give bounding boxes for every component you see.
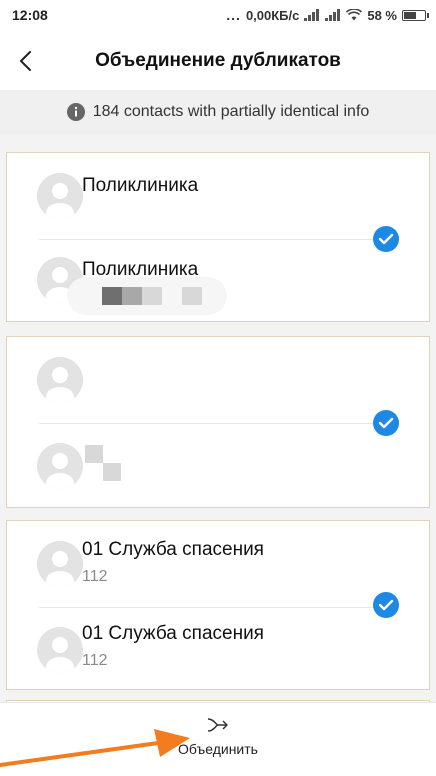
notification-dots: ... [226, 7, 241, 23]
contact-name: Поликлиника [82, 175, 199, 196]
merge-button[interactable]: Объединить [160, 715, 276, 767]
duplicate-group[interactable]: Поликлиника Поликлиника [6, 152, 430, 322]
network-speed: 0,00КБ/с [245, 7, 300, 23]
merge-label: Объединить [178, 741, 258, 757]
redacted-pixel [122, 287, 142, 305]
contact-row [7, 337, 429, 421]
avatar [37, 357, 83, 403]
redacted-pixel [85, 445, 103, 463]
bottom-action-bar: Объединить [0, 702, 436, 776]
status-indicators: ... 0,00КБ/с 58 % [226, 7, 429, 23]
info-icon [66, 103, 85, 121]
merge-arrows-icon [207, 718, 228, 732]
redacted-pixel [182, 287, 202, 305]
duplicates-list[interactable]: Поликлиника Поликлиника 01 Служба спасен… [0, 134, 436, 702]
redacted-pixel [102, 287, 122, 305]
signal-icon [304, 9, 320, 21]
redacted-pixel [142, 287, 162, 305]
contact-row: 01 Служба спасения 112 [7, 521, 429, 605]
avatar [37, 173, 83, 219]
battery-icon [402, 9, 429, 21]
contact-row [7, 423, 429, 507]
contact-row: 01 Служба спасения 112 [7, 607, 429, 691]
status-time: 12:08 [12, 7, 48, 23]
contact-name: 01 Служба спасения [82, 623, 264, 644]
info-text: 184 contacts with partially identical in… [92, 103, 370, 120]
contact-phone: 112 [82, 652, 108, 669]
redacted-pixel [103, 463, 121, 481]
avatar [37, 541, 83, 587]
contact-phone: 112 [82, 568, 108, 585]
contact-row: Поликлиника [7, 237, 429, 321]
avatar [37, 627, 83, 673]
wifi-icon [346, 9, 363, 21]
app-header: Объединение дубликатов [0, 32, 436, 90]
status-bar: 12:08 ... 0,00КБ/с 58 % [0, 0, 436, 32]
contact-name: 01 Служба спасения [82, 539, 264, 560]
duplicate-group[interactable]: 01 Служба спасения 112 01 Служба спасени… [6, 520, 430, 690]
signal-icon-2 [325, 9, 341, 21]
info-banner: 184 contacts with partially identical in… [0, 90, 436, 134]
contact-row: Поликлиника [7, 153, 429, 237]
battery-percent: 58 % [367, 7, 397, 23]
page-title: Объединение дубликатов [95, 50, 341, 71]
duplicate-group[interactable] [6, 336, 430, 508]
avatar [37, 443, 83, 489]
